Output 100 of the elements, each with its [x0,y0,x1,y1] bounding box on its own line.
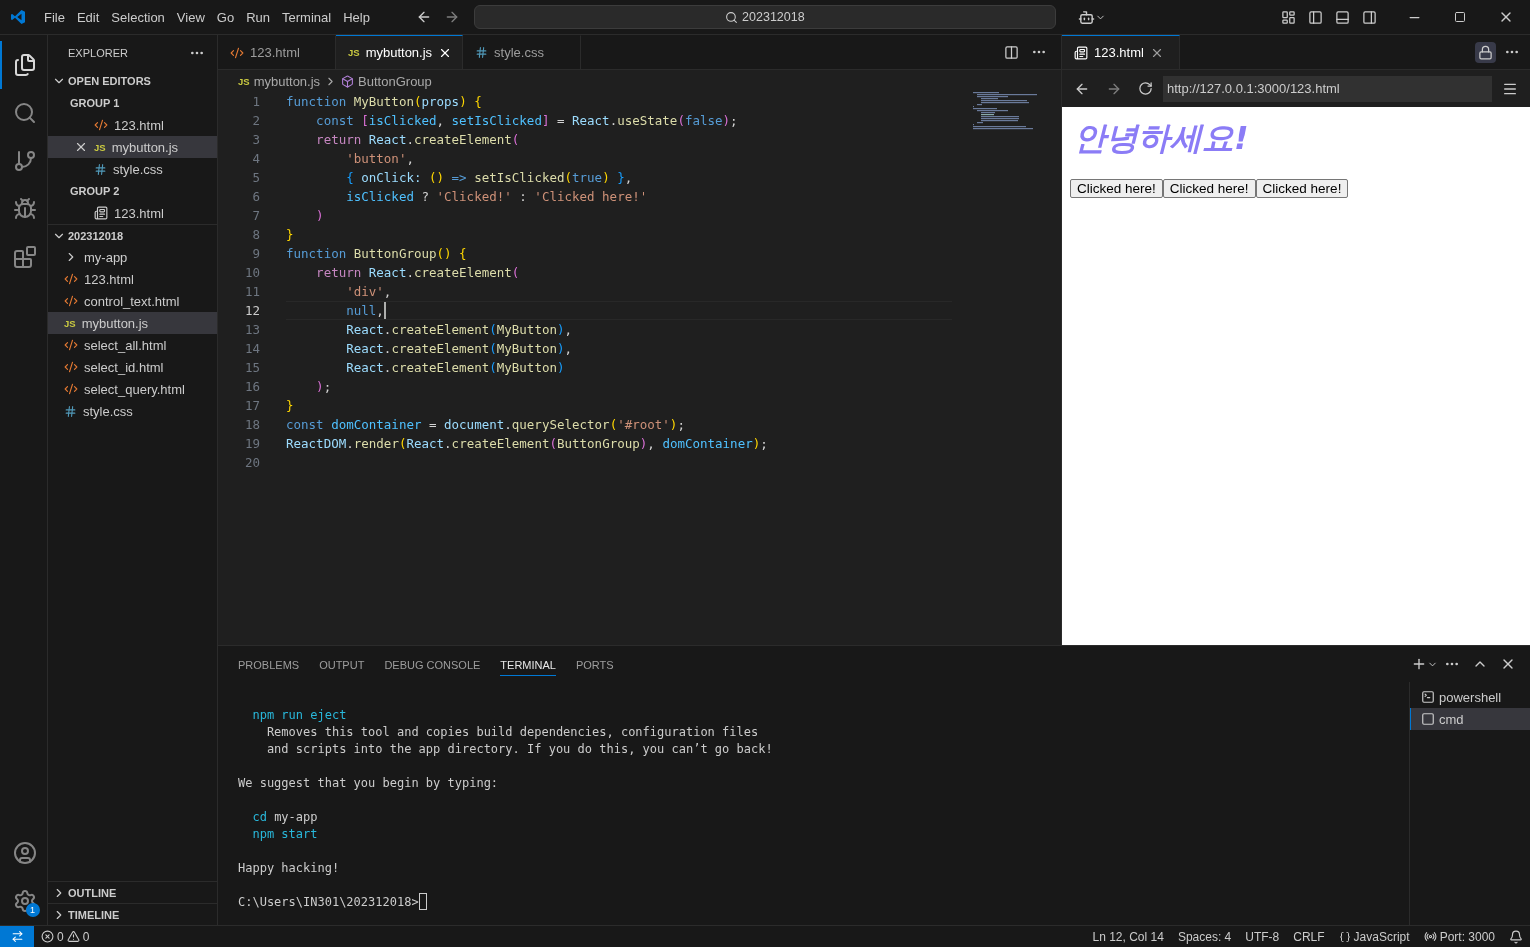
code-line: function MyButton(props) { [286,94,482,109]
hash-icon [475,46,489,59]
line-number: 10 [243,265,260,280]
minimap-drawing[interactable] [973,92,1037,132]
close-icon[interactable] [74,140,88,154]
breadcrumb-item[interactable]: ButtonGroup [358,73,432,89]
menu-item[interactable]: Help [337,9,376,25]
line-number: 17 [243,398,260,413]
terminal-cursor [418,893,427,910]
panel-tab[interactable]: DEBUG CONSOLE [384,652,481,676]
panel-tab[interactable]: PROBLEMS [238,652,300,676]
warning-icon [66,930,80,943]
app-logo-icon [10,9,26,25]
remote-icon[interactable] [10,930,24,943]
code-line: isClicked ? 'Clicked!' : 'Clicked here!' [345,189,648,204]
terminal-line: C:\Users\IN301\202312018> [238,894,419,909]
language-status[interactable]: JavaScript [1353,929,1410,944]
url-field[interactable]: http://127.0.0.1:3000/123.html [1163,75,1492,102]
line-number: 12 [243,303,260,318]
line-number: 14 [243,341,260,356]
menu-item[interactable]: Run [240,9,276,25]
page-button[interactable]: Clicked here! [1162,179,1256,198]
editor-tab[interactable]: JS mybutton.js [336,35,464,69]
menu-item[interactable]: Selection [105,9,171,25]
error-count[interactable]: 0 [57,929,64,944]
explorer-row[interactable]: select_query.html [48,378,217,400]
line-number: 11 [243,284,260,299]
terminal-icon [1421,712,1435,726]
line-number: 3 [251,132,260,147]
panel-tab[interactable]: PORTS [575,652,614,676]
panel-tab[interactable]: TERMINAL [500,652,556,676]
menu-item[interactable]: File [38,9,71,25]
explorer-row[interactable]: control_text.html [48,290,217,312]
indentation-status[interactable]: Spaces: 4 [1170,929,1239,944]
port-status[interactable]: Port: 3000 [1439,929,1495,944]
menu-item[interactable]: Edit [70,9,106,25]
preview-tab[interactable]: 123.html [1062,35,1180,69]
code-line: const domContainer = document.querySelector('#root'); [286,417,685,432]
breadcrumb-item[interactable]: mybutton.js [253,73,321,89]
terminal-line: Happy hacking! [238,860,340,875]
open-editor-item[interactable]: 123.html [48,202,217,224]
code-line: } [286,227,294,242]
open-editor-item[interactable]: 123.html [48,114,217,136]
code-line: { onClick: () => setIsClicked(true) }, [345,170,633,185]
terminal-item[interactable]: cmd [1410,708,1530,730]
error-icon [41,930,54,943]
search-icon [725,10,739,24]
code-line: return React.createElement( [315,265,520,280]
code-line: const [isClicked, setIsClicked] = React.useState(false); [315,113,738,128]
warning-count[interactable]: 0 [82,929,90,944]
terminal-line: We suggest that you begin by typing: [238,775,499,790]
explorer-row[interactable]: select_all.html [48,334,217,356]
code-line: React.createElement(MyButton) [345,360,565,375]
explorer-row[interactable]: JS mybutton.js [48,312,217,334]
page-button[interactable]: Clicked here! [1255,179,1349,198]
menu-item[interactable]: Go [210,9,241,25]
notification-badge: 1 [25,903,40,917]
menu-item[interactable]: Terminal [276,9,338,25]
hash-icon [94,162,107,176]
section-header[interactable]: OUTLINE [48,881,217,903]
encoding-status[interactable]: UTF-8 [1238,929,1287,944]
panel-tab[interactable]: OUTPUT [319,652,365,676]
code-line: React.createElement(MyButton), [345,322,573,337]
section-header[interactable]: OPEN EDITORS [48,70,217,92]
line-number: 15 [243,360,260,375]
settings-icon[interactable] [12,889,37,913]
explorer-row[interactable]: style.css [48,400,217,422]
html-file-icon [64,272,78,286]
cursor-position[interactable]: Ln 12, Col 14 [1085,929,1171,944]
code-line: null, [345,303,384,318]
js-file-icon: JS [238,75,250,87]
code-line: 'div', [345,284,392,299]
explorer-row[interactable]: select_id.html [48,356,217,378]
line-number: 9 [251,246,260,261]
folder-row[interactable]: my-app [48,246,217,268]
html-file-icon [230,45,244,60]
line-number: 4 [251,151,260,166]
line-number: 2 [251,113,260,128]
section-header[interactable]: 202312018 [48,224,217,246]
open-editor-item[interactable]: JS mybutton.js [48,136,217,158]
code-line: React.createElement(MyButton), [345,341,573,356]
terminal-line: npm start [251,826,318,841]
line-number: 18 [243,417,260,432]
code-line: ); [315,379,332,394]
braces-icon [1338,930,1351,943]
menu-item[interactable]: View [170,9,211,25]
code-line: } [286,398,294,413]
open-editor-item[interactable]: style.css [48,158,217,180]
html-file-icon [64,294,78,308]
page-button[interactable]: Clicked here! [1070,179,1163,198]
js-file-icon: JS [94,141,106,153]
terminal-line: cd my-app [251,809,318,824]
line-number: 20 [243,455,260,470]
html-file-icon [94,118,108,132]
explorer-row[interactable]: 123.html [48,268,217,290]
js-file-icon: JS [348,47,360,58]
line-ending-status[interactable]: CRLF [1286,929,1332,944]
hash-icon [64,404,77,418]
command-center[interactable]: 202312018 [473,5,1056,29]
terminal-item[interactable]: powershell [1410,686,1530,708]
